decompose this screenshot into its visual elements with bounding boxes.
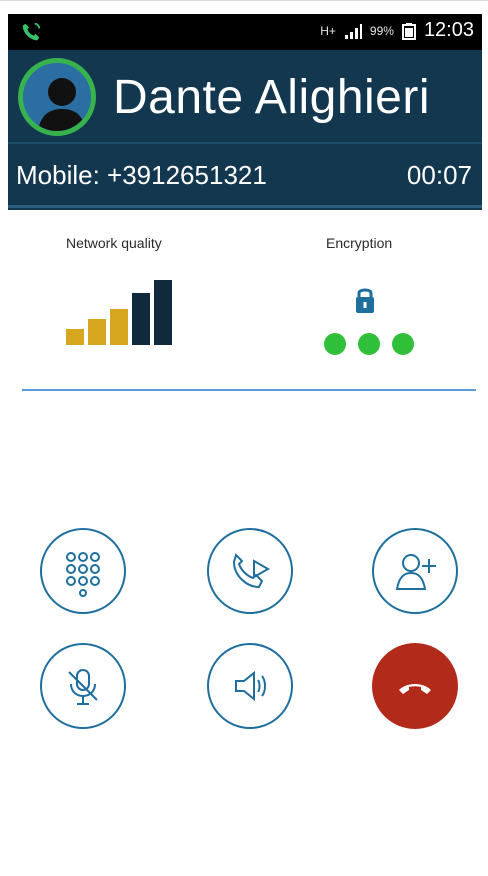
network-quality-bars <box>66 280 172 345</box>
mute-button[interactable] <box>40 643 126 729</box>
metrics-separator <box>22 389 476 391</box>
transfer-call-button[interactable] <box>207 528 293 614</box>
mic-off-icon <box>68 669 98 705</box>
network-bar-1 <box>66 329 84 345</box>
call-header: Dante Alighieri Mobile: +3912651321 00:0… <box>8 50 482 210</box>
call-metrics: Network quality Encryption <box>0 225 488 375</box>
add-participant-button[interactable] <box>372 528 458 614</box>
header-bottom-divider <box>8 205 482 208</box>
end-call-button[interactable] <box>372 643 458 729</box>
network-bar-2 <box>88 319 106 345</box>
phone-play-icon <box>232 553 271 589</box>
encryption-label: Encryption <box>326 235 393 251</box>
status-right: H+ 99% 12:03 <box>320 19 474 42</box>
signal-icon <box>344 23 362 39</box>
encryption-dot-1 <box>324 333 346 355</box>
phone-call-icon <box>22 22 41 41</box>
person-avatar-icon <box>18 58 96 136</box>
battery-percent: 99% <box>369 23 394 38</box>
network-bar-3 <box>110 309 128 345</box>
contact-name: Dante Alighieri <box>113 71 431 124</box>
encryption-dot-2 <box>358 333 380 355</box>
keypad-icon <box>66 552 100 597</box>
call-timer: 00:07 <box>406 159 472 190</box>
speaker-button[interactable] <box>207 643 293 729</box>
top-edge <box>0 0 488 9</box>
network-bar-5 <box>154 280 172 345</box>
call-details-row: Mobile: +3912651321 00:07 <box>8 155 482 195</box>
encryption-dots <box>324 333 414 355</box>
clock-time: 12:03 <box>423 19 474 41</box>
battery-icon <box>401 22 416 40</box>
encryption-dot-3 <box>392 333 414 355</box>
add-user-icon <box>395 554 436 590</box>
speaker-icon <box>235 670 266 702</box>
network-type: H+ <box>320 23 336 38</box>
status-bar: H+ 99% 12:03 <box>8 14 482 50</box>
lock-icon <box>356 288 374 313</box>
contact-number: Mobile: +3912651321 <box>16 159 267 190</box>
hangup-icon <box>399 684 431 694</box>
header-divider <box>8 142 482 144</box>
keypad-button[interactable] <box>40 528 126 614</box>
network-bar-4 <box>132 293 150 345</box>
network-quality-label: Network quality <box>66 235 162 251</box>
